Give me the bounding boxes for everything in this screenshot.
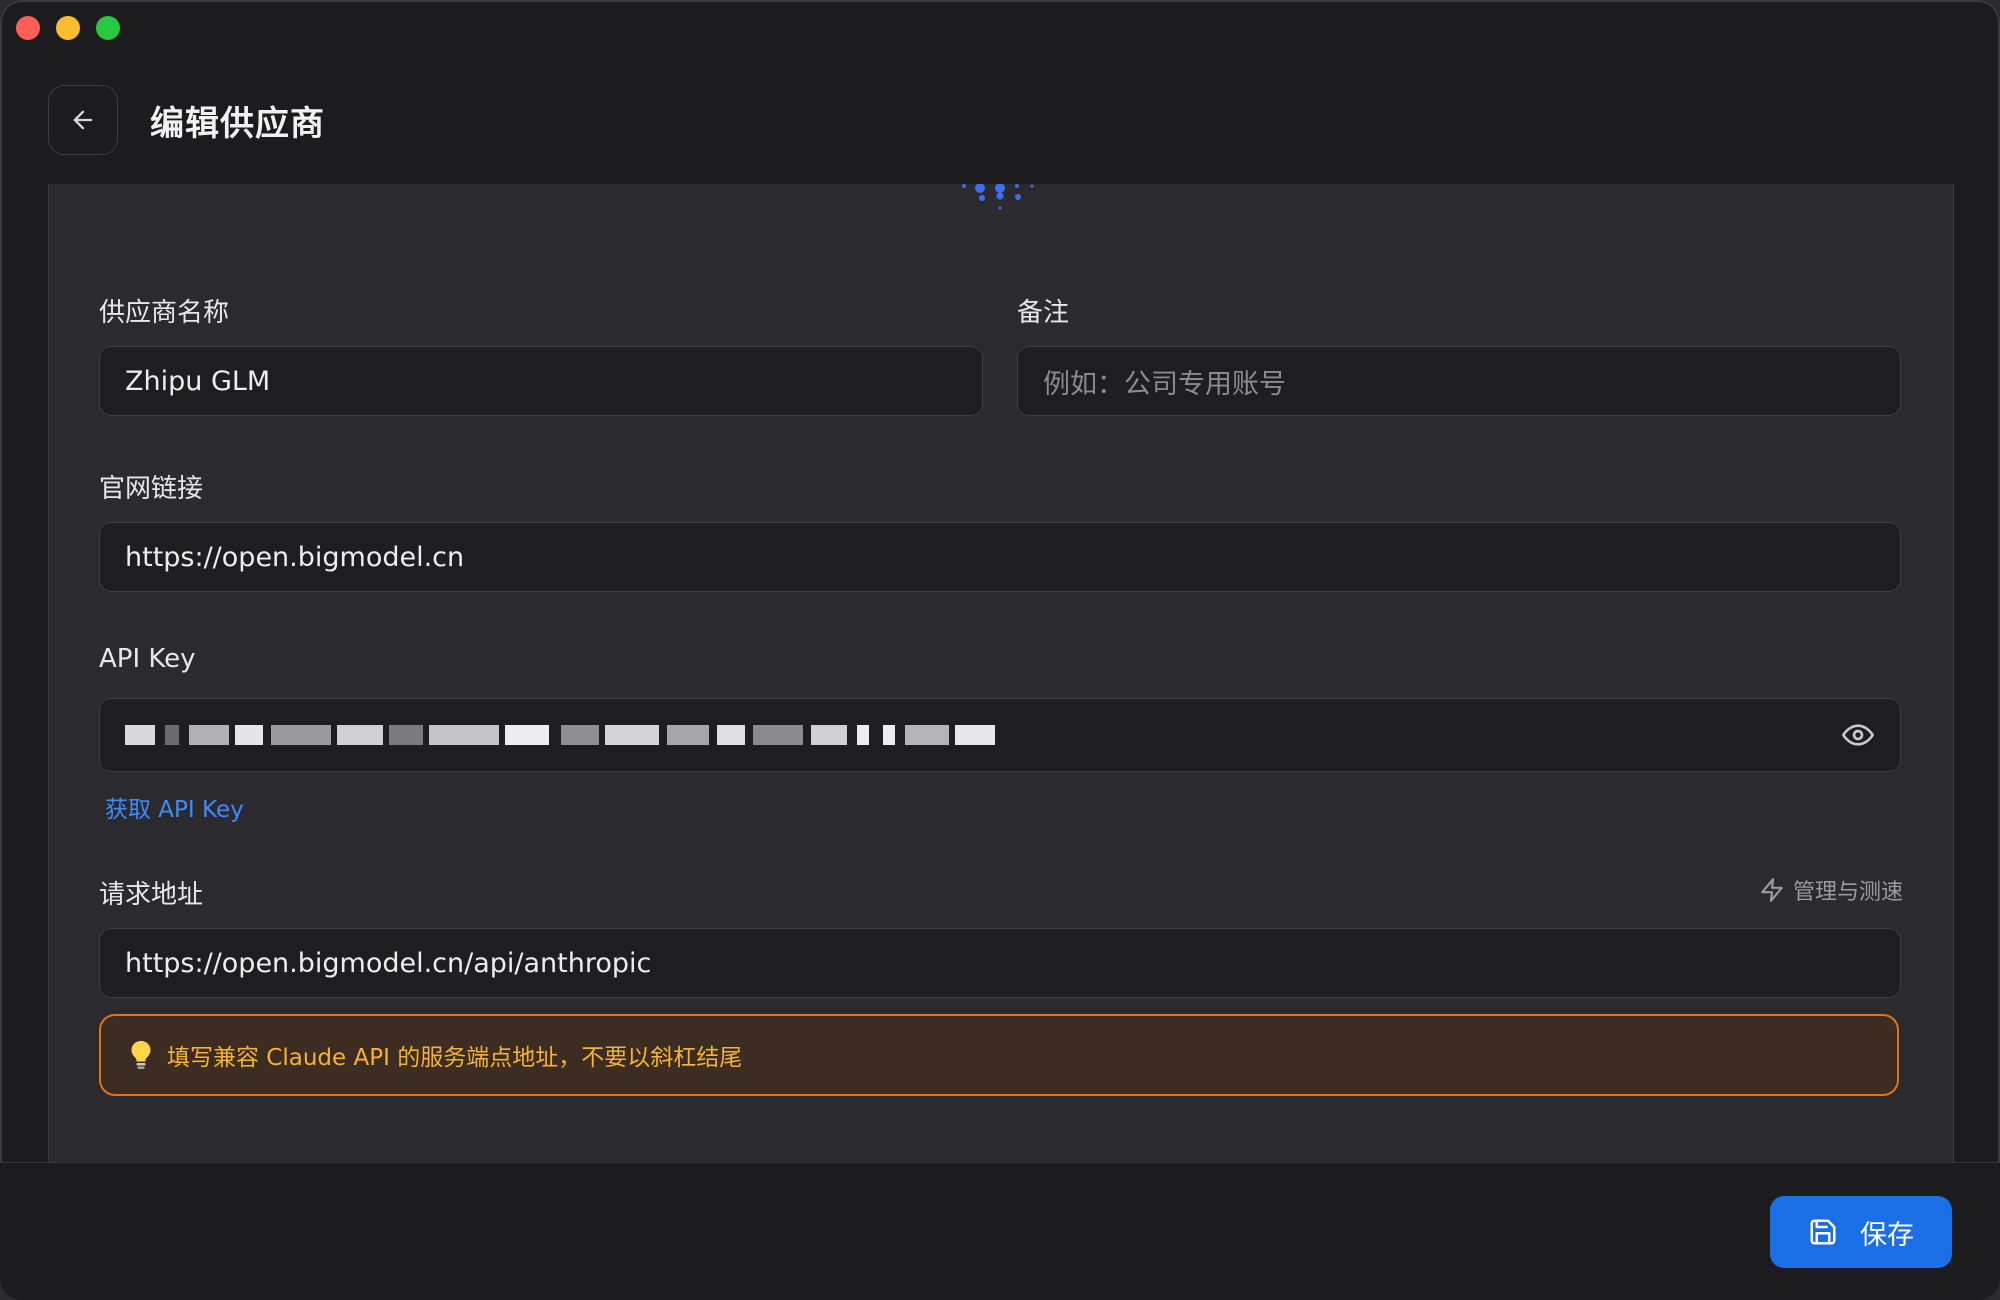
api-key-label: API Key [99,644,196,674]
arrow-left-icon [73,110,93,130]
manage-and-speedtest-button[interactable]: 管理与测速 [1759,874,1903,906]
website-label: 官网链接 [99,474,204,504]
footer-bar: 保存 [0,1162,2000,1300]
website-input[interactable]: https://open.bigmodel.cn [99,522,1901,592]
endpoint-hint-banner: 填写兼容 Claude API 的服务端点地址，不要以斜杠结尾 [99,1014,1899,1096]
zoom-window-button[interactable] [96,16,120,40]
save-button-label: 保存 [1860,1219,1914,1251]
window-controls [16,16,120,40]
note-label: 备注 [1017,298,1070,328]
back-button[interactable] [48,85,118,155]
form-panel: 供应商名称 Zhipu GLM 备注 例如：公司专用账号 官网链接 https:… [48,184,1954,1164]
note-input[interactable]: 例如：公司专用账号 [1017,346,1901,416]
get-api-key-link[interactable]: 获取 API Key [105,790,244,824]
lightbulb-icon [129,1040,153,1070]
manage-and-speedtest-label: 管理与测速 [1792,880,1903,905]
endpoint-label: 请求地址 [99,880,204,910]
close-window-button[interactable] [16,16,40,40]
provider-name-label: 供应商名称 [99,298,230,328]
save-button[interactable]: 保存 [1770,1196,1952,1268]
eye-icon[interactable] [1842,719,1874,751]
minimize-window-button[interactable] [56,16,80,40]
app-window: 编辑供应商 供应商名称 Zhipu GLM 备注 例如：公司专用账号 官网链接 … [0,0,2000,1300]
page-title: 编辑供应商 [150,103,325,144]
provider-name-input[interactable]: Zhipu GLM [99,346,983,416]
endpoint-hint-text: 填写兼容 Claude API 的服务端点地址，不要以斜杠结尾 [167,1045,743,1071]
api-key-masked-value [125,725,995,745]
loading-spinner-icon [962,184,1034,210]
lightning-icon [1761,878,1783,902]
api-key-input[interactable] [99,698,1901,772]
floppy-disk-icon [1810,1219,1836,1245]
endpoint-input[interactable]: https://open.bigmodel.cn/api/anthropic [99,928,1901,998]
page-header: 编辑供应商 [48,84,325,156]
